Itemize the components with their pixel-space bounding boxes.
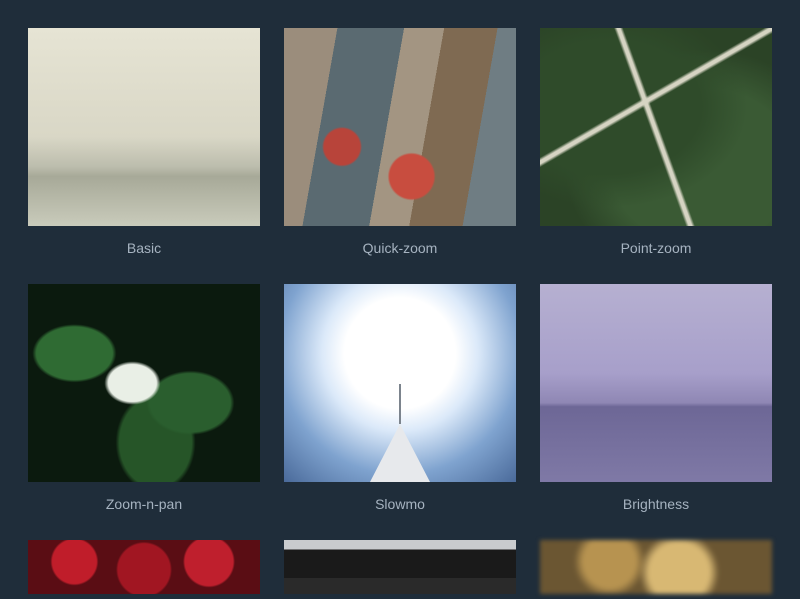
thumbnail-brightness[interactable]: [540, 284, 772, 482]
gallery-card-row3-c[interactable]: [540, 540, 772, 594]
caption-brightness: Brightness: [623, 496, 689, 512]
thumbnail-quick-zoom[interactable]: [284, 28, 516, 226]
thumbnail-row3-b[interactable]: [284, 540, 516, 594]
gallery-card-row3-b[interactable]: [284, 540, 516, 594]
thumbnail-basic[interactable]: [28, 28, 260, 226]
thumbnail-row3-a[interactable]: [28, 540, 260, 594]
gallery-grid: Basic Quick-zoom Point-zoom Zoom-n-pan S…: [28, 28, 772, 594]
gallery-card-basic[interactable]: Basic: [28, 28, 260, 256]
caption-point-zoom: Point-zoom: [621, 240, 692, 256]
thumbnail-slowmo[interactable]: [284, 284, 516, 482]
gallery-card-zoom-n-pan[interactable]: Zoom-n-pan: [28, 284, 260, 512]
gallery-card-point-zoom[interactable]: Point-zoom: [540, 28, 772, 256]
caption-quick-zoom: Quick-zoom: [363, 240, 438, 256]
thumbnail-zoom-n-pan[interactable]: [28, 284, 260, 482]
thumbnail-row3-c[interactable]: [540, 540, 772, 594]
gallery-card-quick-zoom[interactable]: Quick-zoom: [284, 28, 516, 256]
gallery-card-slowmo[interactable]: Slowmo: [284, 284, 516, 512]
caption-basic: Basic: [127, 240, 161, 256]
gallery-card-brightness[interactable]: Brightness: [540, 284, 772, 512]
thumbnail-point-zoom[interactable]: [540, 28, 772, 226]
caption-slowmo: Slowmo: [375, 496, 425, 512]
caption-zoom-n-pan: Zoom-n-pan: [106, 496, 182, 512]
gallery-card-row3-a[interactable]: [28, 540, 260, 594]
